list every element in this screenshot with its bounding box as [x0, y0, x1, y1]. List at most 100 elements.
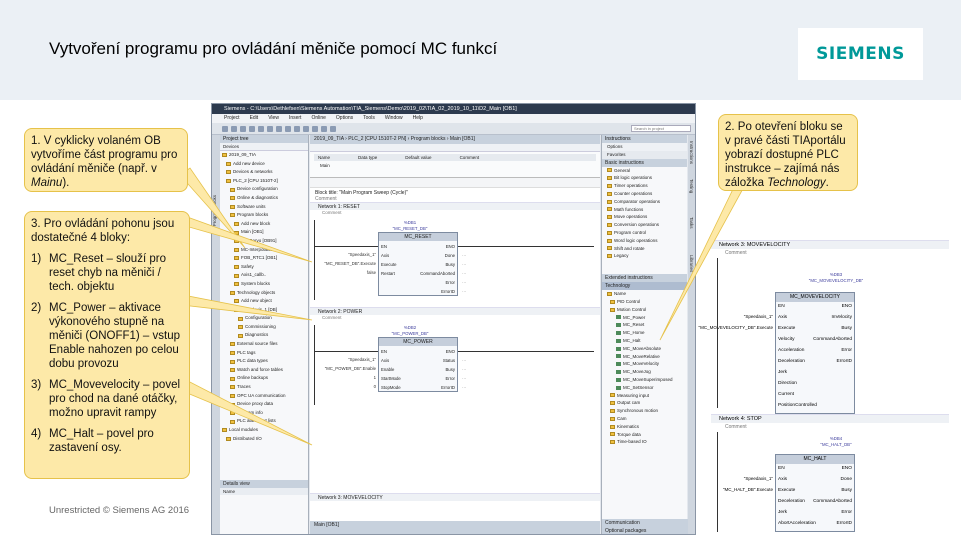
project-tree-item[interactable]: Main [OB1] [220, 228, 308, 237]
project-tree-item[interactable]: Commissioning [220, 323, 308, 332]
block-output-pin[interactable]: CommandAborted [420, 271, 455, 276]
zoom-block-output-pin[interactable]: ENO [842, 304, 852, 309]
basic-instructions-header[interactable]: Basic instructions [602, 158, 687, 167]
block-input-pin[interactable]: Axis [381, 253, 389, 258]
extended-instructions-header[interactable]: Extended instructions [602, 274, 687, 283]
project-tree-item[interactable]: Online backups [220, 374, 308, 383]
technology-item[interactable]: MC_Power [602, 314, 687, 322]
network-header[interactable]: Network 1: RESET [310, 202, 600, 210]
right-tab-testing[interactable]: Testing [689, 179, 694, 193]
zoom-block-input-pin[interactable]: Jerk [778, 510, 787, 515]
basic-instruction-item[interactable]: Timer operations [602, 182, 687, 190]
basic-instruction-item[interactable]: Program control [602, 229, 687, 237]
zoom-block-output-pin[interactable]: ErrorID [837, 359, 852, 364]
project-tree-item[interactable]: PLC alarm text lists [220, 417, 308, 426]
network-header[interactable]: Network 2: POWER [310, 307, 600, 315]
input-tag[interactable]: 1 [374, 375, 376, 380]
project-tree-item[interactable]: System blocks [220, 280, 308, 289]
basic-instruction-item[interactable]: Counter operations [602, 190, 687, 198]
output-tag[interactable]: … [462, 261, 466, 266]
technology-item[interactable]: PID Control [602, 298, 687, 306]
basic-instruction-item[interactable]: Math functions [602, 206, 687, 214]
basic-instruction-item[interactable]: Move operations [602, 213, 687, 221]
zoom-block-input-pin[interactable]: EN [778, 466, 785, 471]
project-tree-item[interactable]: 2019_09_TIA [220, 151, 308, 160]
project-tree-item[interactable]: Devices & networks [220, 168, 308, 177]
basic-instruction-item[interactable]: Comparator operations [602, 198, 687, 206]
technology-item[interactable]: Synchronous motion [602, 407, 687, 415]
menu-item-window[interactable]: Window [385, 114, 403, 123]
basic-instruction-item[interactable]: Word logic operations [602, 237, 687, 245]
instructions-options[interactable]: Options [602, 143, 687, 151]
menu-item-project[interactable]: Project [224, 114, 240, 123]
go-online-icon[interactable] [321, 125, 327, 132]
print-icon[interactable] [249, 125, 255, 132]
redo-icon[interactable] [294, 125, 300, 132]
zoom-block-input-pin[interactable]: Execute [778, 326, 795, 331]
editor-bottom-tab[interactable]: Main [OB1] [310, 521, 600, 534]
zoom-block-input-pin[interactable]: Direction [778, 381, 797, 386]
technology-item[interactable]: Time-based IO [602, 438, 687, 446]
zoom-block-output-pin[interactable]: CommandAborted [813, 337, 852, 342]
output-tag[interactable]: … [462, 375, 466, 380]
technology-item[interactable]: Measuring input [602, 392, 687, 400]
block-input-pin[interactable]: Execute [381, 262, 397, 267]
zoom-block-input-pin[interactable]: Jerk [778, 370, 787, 375]
project-tree-item[interactable]: Local modules [220, 426, 308, 435]
block-input-pin[interactable]: Restart [381, 271, 395, 276]
save-project-icon[interactable] [240, 125, 246, 132]
basic-instruction-item[interactable]: Shift and rotate [602, 245, 687, 253]
zoom-block-input-pin[interactable]: Velocity [778, 337, 795, 342]
project-tree-item[interactable]: Online & diagnostics [220, 194, 308, 203]
block-output-pin[interactable]: ENO [446, 349, 455, 354]
basic-instruction-item[interactable]: Legacy [602, 252, 687, 260]
open-project-icon[interactable] [231, 125, 237, 132]
project-tree-item[interactable]: Safety [220, 263, 308, 272]
zoom-block-output-pin[interactable]: Error [841, 510, 852, 515]
project-tree-item[interactable]: Technology objects [220, 289, 308, 298]
left-vertical-tab[interactable]: Program blocks [212, 135, 220, 534]
technology-item[interactable]: MC_Home [602, 329, 687, 337]
technology-item[interactable]: MC_MoveRelative [602, 353, 687, 361]
zoom-input-tag[interactable]: "MC_HALT_DB".Execute [723, 487, 773, 492]
input-tag[interactable]: "MC_RESET_DB".Execute [324, 261, 376, 266]
zoom-block-output-pin[interactable]: Error [841, 348, 852, 353]
technology-item[interactable]: MC_SetSensor [602, 384, 687, 392]
technology-header[interactable]: Technology [602, 282, 687, 291]
project-tree-item[interactable]: Program info [220, 409, 308, 418]
zoom-block-input-pin[interactable]: Execute [778, 488, 795, 493]
block-input-pin[interactable]: EN [381, 349, 387, 354]
technology-item[interactable]: MC_MoveJog [602, 368, 687, 376]
input-tag[interactable]: "Speedaxis_1" [348, 357, 376, 362]
block-input-pin[interactable]: Enable [381, 367, 394, 372]
zoom-block-input-pin[interactable]: Acceleration [778, 348, 804, 353]
function-block-mc-power[interactable]: MC_POWER EN Axis Enable StartMode StopMode ENO… [378, 337, 458, 392]
output-tag[interactable]: … [462, 366, 466, 371]
block-input-pin[interactable]: Axis [381, 358, 389, 363]
zoom-block-output-pin[interactable]: Busy [841, 488, 852, 493]
project-tree-item[interactable]: Add new object [220, 297, 308, 306]
block-output-pin[interactable]: ENO [446, 244, 455, 249]
zoom-block-input-pin[interactable]: Current [778, 392, 794, 397]
new-project-icon[interactable] [222, 125, 228, 132]
menu-item-online[interactable]: Online [311, 114, 325, 123]
block-output-pin[interactable]: Error [445, 280, 455, 285]
block-output-pin[interactable]: Busy [445, 367, 455, 372]
block-input-pin[interactable]: StartMode [381, 376, 401, 381]
zoom-block-input-pin[interactable]: Deceleration [778, 499, 805, 504]
zoom-block-output-pin[interactable]: ENO [842, 466, 852, 471]
copy-icon[interactable] [267, 125, 273, 132]
project-tree-item[interactable]: Speedaxis_1 [DB] [220, 306, 308, 315]
project-tree-item[interactable]: Distributed I/O [220, 435, 308, 444]
search-in-project-input[interactable]: Search in project [631, 125, 691, 132]
favorites-section[interactable]: Favorites [602, 150, 687, 159]
menu-item-options[interactable]: Options [336, 114, 353, 123]
technology-item[interactable]: Motion Control [602, 306, 687, 314]
project-tree-item[interactable]: PLC_2 [CPU 1510T-2] [220, 177, 308, 186]
block-output-pin[interactable]: Error [445, 376, 455, 381]
output-tag[interactable]: … [462, 357, 466, 362]
function-block-mc-reset[interactable]: MC_RESET EN Axis Execute Restart ENO Done Busy C… [378, 232, 458, 296]
technology-item[interactable]: MC_Reset [602, 321, 687, 329]
project-tree-item[interactable]: PLC tags [220, 349, 308, 358]
project-tree-item[interactable]: FOB_RTC1 [OB1] [220, 254, 308, 263]
